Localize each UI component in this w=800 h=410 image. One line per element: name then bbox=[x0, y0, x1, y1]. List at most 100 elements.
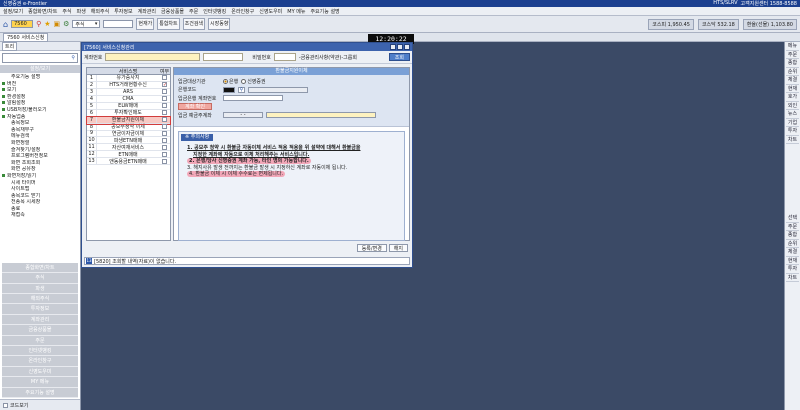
menu-category-item[interactable]: 금융상품몰 bbox=[2, 325, 78, 336]
menu-category-item[interactable]: MY 메뉴 bbox=[2, 377, 78, 388]
service-checkbox[interactable] bbox=[162, 137, 167, 143]
quick-menu-item[interactable]: 외인 bbox=[786, 102, 799, 110]
quick-menu-item[interactable]: 뉴스 bbox=[786, 110, 799, 119]
screen-tab[interactable]: 7560 서비스신청 bbox=[3, 32, 49, 42]
cancel-service-button[interactable]: 해지 bbox=[388, 244, 408, 252]
menu-item[interactable]: 투자정보 bbox=[114, 8, 132, 15]
quick-menu-item[interactable]: 차트 bbox=[786, 274, 799, 282]
account-input[interactable] bbox=[105, 53, 201, 61]
service-checkbox[interactable] bbox=[162, 89, 167, 95]
service-row[interactable]: 3 ARS bbox=[87, 88, 170, 96]
service-checkbox[interactable] bbox=[162, 96, 167, 102]
service-checkbox[interactable] bbox=[162, 151, 167, 157]
quick-menu-item[interactable]: 종합 bbox=[786, 59, 799, 68]
integrated-chart-button[interactable]: 통합차트 bbox=[157, 18, 180, 30]
menu-item[interactable]: 종합화면/차트 bbox=[28, 8, 57, 15]
service-checkbox[interactable] bbox=[162, 158, 167, 164]
service-row[interactable]: 13 앤동용금ETN매매 bbox=[87, 158, 170, 166]
condition-search-button[interactable]: 조건검색 bbox=[182, 18, 206, 30]
quick-menu-item[interactable]: 체결 bbox=[786, 76, 799, 85]
service-checkbox[interactable] bbox=[162, 144, 167, 150]
quick-menu-item[interactable]: 주문 bbox=[786, 51, 799, 59]
home-icon[interactable]: ⌂ bbox=[3, 20, 8, 29]
tree-item[interactable]: 화면 공유창 bbox=[2, 166, 78, 173]
service-checkbox[interactable] bbox=[162, 75, 167, 81]
star-icon[interactable]: ★ bbox=[44, 20, 50, 28]
menu-item[interactable]: 계좌관리 bbox=[138, 8, 156, 15]
close-icon[interactable] bbox=[404, 44, 410, 50]
menu-category-item[interactable]: 해외주식 bbox=[2, 294, 78, 305]
bank-code-input[interactable] bbox=[223, 86, 235, 93]
radio-bank[interactable]: 은행 bbox=[223, 78, 238, 85]
menu-item[interactable]: 해외주식 bbox=[91, 8, 109, 15]
folder-icon[interactable]: ▣ bbox=[54, 20, 61, 28]
tree-item[interactable]: 즐겨찾기/설정 bbox=[2, 147, 78, 154]
ticker-kosdaq[interactable]: 코스닥 532.18 bbox=[697, 18, 739, 30]
tree-tab[interactable]: 트리 bbox=[2, 41, 18, 51]
tree-item[interactable]: USB저장/불러오기 bbox=[2, 107, 78, 114]
menu-category-item[interactable]: 파생 bbox=[2, 283, 78, 295]
menu-item[interactable]: 온라인창구 bbox=[231, 8, 254, 15]
quick-menu-item[interactable]: 순위 bbox=[786, 68, 799, 76]
menu-item[interactable]: 신영도우미 bbox=[259, 8, 282, 15]
tree-item[interactable]: 버전 bbox=[2, 81, 78, 88]
quick-menu-item[interactable]: 기업 bbox=[786, 119, 799, 127]
tree-item[interactable]: 프로그램버전정보 bbox=[2, 153, 78, 160]
maximize-icon[interactable] bbox=[397, 44, 403, 50]
menu-item[interactable]: 설정/보기 bbox=[3, 8, 23, 15]
service-checkbox[interactable] bbox=[162, 124, 167, 130]
menu-item[interactable]: MY 메뉴 bbox=[287, 8, 305, 15]
menu-category-item[interactable]: 인터넷뱅킹 bbox=[2, 346, 78, 357]
tree-item[interactable]: 종목정보 bbox=[2, 120, 78, 127]
menu-item[interactable]: 파생 bbox=[77, 8, 86, 15]
tree-item[interactable]: 사이트맵 bbox=[2, 186, 78, 193]
tree-item[interactable]: 종료 bbox=[2, 206, 78, 213]
quick-menu-item[interactable]: 종합 bbox=[786, 231, 799, 240]
tree-item[interactable]: 전종목 시세창 bbox=[2, 199, 78, 206]
radio-sinyoung[interactable]: 신영증권 bbox=[241, 78, 266, 85]
tree-item[interactable]: 메뉴검색 bbox=[2, 133, 78, 140]
quick-menu-item[interactable]: 선택 bbox=[786, 214, 799, 223]
quick-menu-item[interactable]: 주문 bbox=[786, 223, 799, 231]
tree-item[interactable]: 종목코드 받기 bbox=[2, 193, 78, 200]
service-checkbox[interactable] bbox=[162, 117, 167, 123]
menu-search-input[interactable]: ⚲ bbox=[2, 53, 78, 63]
service-checkbox[interactable] bbox=[162, 110, 167, 116]
menu-category-item[interactable]: 투자정보 bbox=[2, 304, 78, 315]
menu-category-item[interactable]: 주식 bbox=[2, 273, 78, 284]
tree-item[interactable]: 환경설정 bbox=[2, 94, 78, 101]
menu-category-item[interactable]: 주문 bbox=[2, 335, 78, 347]
ticker-kospi[interactable]: 코스피 1,950.45 bbox=[648, 18, 694, 30]
tree-item[interactable]: 종목재무구 bbox=[2, 127, 78, 134]
quick-menu-item[interactable]: 현재 bbox=[786, 85, 799, 93]
market-type-select[interactable]: 주식 ▾ bbox=[72, 20, 101, 28]
quick-menu-item[interactable]: 투자 bbox=[786, 127, 799, 136]
register-change-button[interactable]: 등록/변경 bbox=[356, 244, 387, 252]
menu-category-item[interactable]: 계좌관리 bbox=[2, 314, 78, 326]
menu-item[interactable]: 주요기능 설명 bbox=[310, 8, 339, 15]
service-checkbox[interactable] bbox=[162, 130, 167, 136]
ticker-fx[interactable]: 환율(선물) 1,103.80 bbox=[742, 18, 797, 30]
tree-item[interactable]: 시세 타이머 bbox=[2, 180, 78, 187]
menu-item[interactable]: 금융상품몰 bbox=[161, 8, 184, 15]
menu-item[interactable]: 주식 bbox=[62, 8, 71, 15]
account-verify-button[interactable]: 계좌 확인 bbox=[178, 103, 212, 111]
tree-item[interactable]: 재접속 bbox=[2, 212, 78, 219]
service-checkbox[interactable]: ✓ bbox=[162, 82, 167, 88]
search-icon[interactable]: ⚲ bbox=[71, 55, 75, 61]
tree-item[interactable]: 화면저장/읽기 bbox=[2, 173, 78, 180]
quick-menu-item[interactable]: 투자 bbox=[786, 265, 799, 274]
menu-category-item[interactable]: 주요기능 설명 bbox=[2, 387, 78, 398]
password-input[interactable] bbox=[273, 53, 296, 61]
menu-category-item[interactable]: 온라인창구 bbox=[2, 356, 78, 367]
quick-menu-item[interactable]: 호가 bbox=[786, 93, 799, 102]
menu-item[interactable]: 인터넷뱅킹 bbox=[203, 8, 226, 15]
quick-menu-item[interactable]: 메뉴 bbox=[786, 42, 799, 51]
gear-icon[interactable]: ⚙ bbox=[63, 20, 69, 28]
code-input[interactable] bbox=[103, 20, 134, 28]
current-price-button[interactable]: 현재가 bbox=[136, 18, 155, 30]
tree-item[interactable]: 알림설정 bbox=[2, 100, 78, 107]
menu-item[interactable]: 주문 bbox=[189, 8, 198, 15]
code-view-checkbox[interactable] bbox=[3, 402, 8, 408]
tree-item[interactable]: 자동업종 bbox=[2, 114, 78, 121]
